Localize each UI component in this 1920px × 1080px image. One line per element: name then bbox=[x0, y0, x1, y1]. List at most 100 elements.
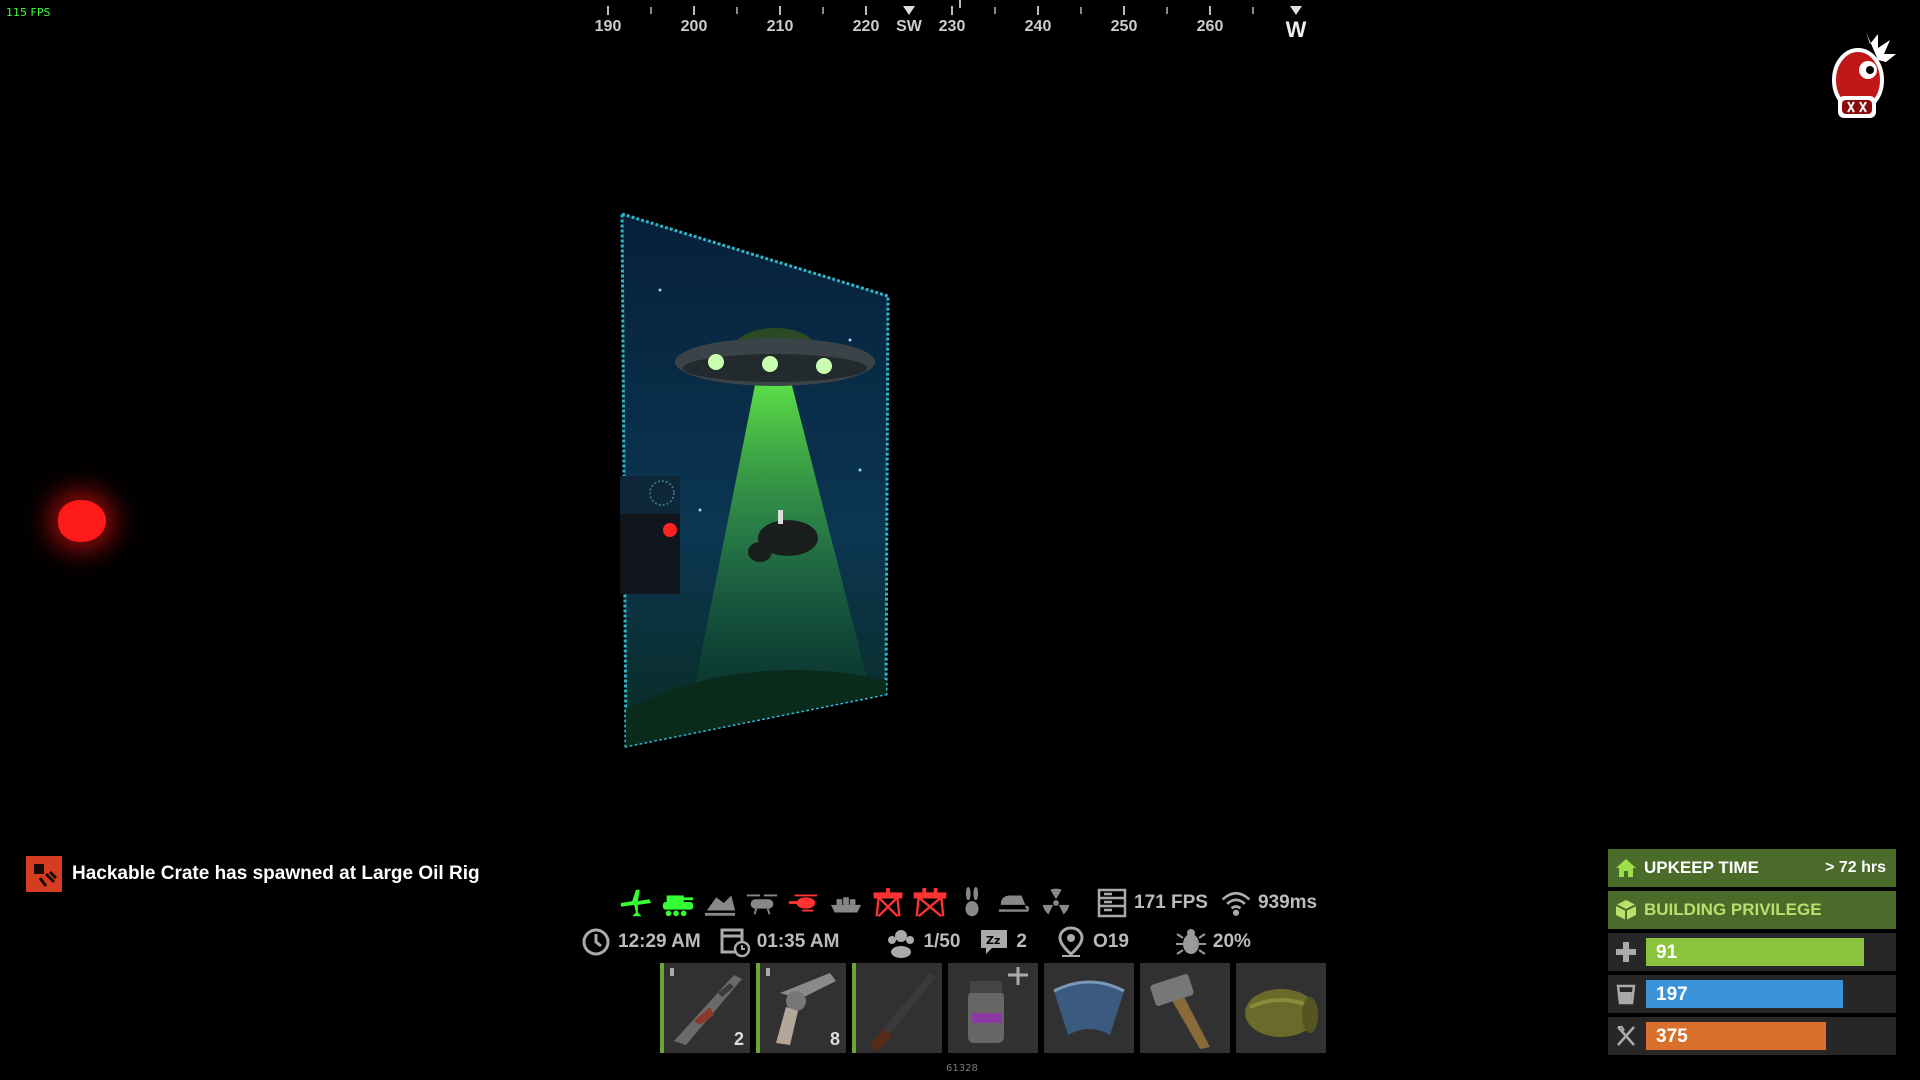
large-oil-rig-icon bbox=[912, 885, 948, 921]
server-ping: 939ms bbox=[1220, 887, 1317, 919]
compass-tick bbox=[1209, 6, 1211, 15]
client-fps-counter: 115 FPS bbox=[6, 6, 51, 19]
house-icon bbox=[1608, 849, 1644, 887]
compass-label: 240 bbox=[1024, 18, 1052, 35]
event-notification: Hackable Crate has spawned at Large Oil … bbox=[26, 856, 480, 892]
compass-bar: 190 200 210 220 SW 230 240 250 260 W bbox=[595, 0, 1340, 50]
health-plus-icon bbox=[1608, 933, 1644, 971]
compass-label: 220 bbox=[852, 18, 880, 35]
hotbar: 28 bbox=[660, 963, 1326, 1053]
real-time: 01:35 AM bbox=[719, 926, 839, 958]
compass-label: 190 bbox=[594, 18, 622, 35]
red-light-glow bbox=[58, 500, 106, 542]
ufo-painting bbox=[620, 211, 890, 748]
upkeep-label: UPKEEP TIME bbox=[1644, 858, 1759, 877]
compass-label: W bbox=[1285, 17, 1307, 42]
server-mascot-logo bbox=[1832, 32, 1896, 118]
hotbar-slot-5[interactable] bbox=[1044, 963, 1134, 1053]
hotbar-slot-2[interactable]: 8 bbox=[756, 963, 846, 1053]
compass-label: 260 bbox=[1196, 18, 1224, 35]
compass-label: SW bbox=[896, 18, 922, 35]
crate-event-icon bbox=[26, 856, 62, 892]
slot-count: 8 bbox=[829, 1029, 840, 1049]
building-privilege-icon bbox=[1608, 891, 1644, 929]
patrol-heli-icon bbox=[786, 885, 822, 921]
compass-minor-tick bbox=[1080, 7, 1082, 14]
sleeper-count-value: 2 bbox=[1016, 931, 1027, 952]
hotbar-slot-1[interactable]: 2 bbox=[660, 963, 750, 1053]
compass-label: 250 bbox=[1110, 18, 1138, 35]
server-fps: 171 FPS bbox=[1096, 887, 1208, 919]
compass-center-indicator bbox=[959, 0, 961, 8]
santa-sleigh-icon bbox=[996, 885, 1032, 921]
compass-minor-tick bbox=[1166, 7, 1168, 14]
server-ping-value: 939ms bbox=[1257, 892, 1318, 913]
upkeep-value: > 72 hrs bbox=[1825, 859, 1886, 876]
svg-text:Zz: Zz bbox=[986, 934, 1000, 947]
sleepers-icon: Zz bbox=[978, 926, 1010, 958]
server-events-bar: 171 FPS 939ms bbox=[618, 880, 1317, 926]
hotbar-slot-6[interactable] bbox=[1140, 963, 1230, 1053]
server-fps-value: 171 FPS bbox=[1134, 892, 1208, 913]
hydration-bar: 197 bbox=[1608, 975, 1896, 1013]
fork-knife-icon bbox=[1608, 1017, 1644, 1055]
health-value: 91 bbox=[1656, 942, 1678, 963]
cargo-ship-icon bbox=[828, 885, 864, 921]
smoke-grenade-icon bbox=[968, 967, 1028, 1043]
water-cup-icon bbox=[1608, 975, 1644, 1013]
water-value: 197 bbox=[1656, 984, 1688, 1005]
sleeper-count: Zz 2 bbox=[978, 926, 1027, 958]
roof-icon bbox=[1053, 980, 1125, 1035]
bug-icon bbox=[1175, 926, 1207, 958]
compass-label: 200 bbox=[680, 18, 708, 35]
compass-tick bbox=[607, 6, 609, 15]
hotbar-id-text: 61328 bbox=[946, 1063, 978, 1074]
chinook-icon bbox=[744, 885, 780, 921]
health-bar: 91 bbox=[1608, 933, 1896, 971]
compass-tick bbox=[693, 6, 695, 15]
radiation-icon bbox=[1038, 885, 1074, 921]
food-value: 375 bbox=[1656, 1026, 1688, 1047]
compass-label: 230 bbox=[938, 18, 966, 35]
small-oil-rig-icon bbox=[870, 885, 906, 921]
crashed-heli-icon bbox=[702, 885, 738, 921]
bradley-tank-icon bbox=[660, 885, 696, 921]
building-privilege-label: BUILDING PRIVILEGE bbox=[1644, 900, 1822, 919]
calendar-clock-icon bbox=[719, 926, 751, 958]
bug-stat: 20% bbox=[1175, 926, 1251, 958]
game-time: 12:29 AM bbox=[580, 926, 701, 958]
wifi-icon bbox=[1220, 887, 1252, 919]
health-fill bbox=[1646, 938, 1865, 966]
location-pin-icon bbox=[1055, 926, 1087, 958]
player-count-value: 1/50 bbox=[923, 931, 961, 952]
map-grid: O19 bbox=[1055, 926, 1129, 958]
server-list-icon bbox=[1096, 887, 1128, 919]
hotbar-slot-7[interactable] bbox=[1236, 963, 1326, 1053]
players-icon bbox=[885, 926, 917, 958]
compass-minor-tick bbox=[736, 7, 738, 14]
compass-tick bbox=[951, 6, 953, 15]
compass-tick bbox=[1123, 6, 1125, 15]
compass-minor-tick bbox=[650, 7, 652, 14]
slot-mod-indicator bbox=[766, 968, 770, 976]
slot-count: 2 bbox=[733, 1029, 744, 1049]
compass-label: 210 bbox=[766, 18, 794, 35]
map-grid-value: O19 bbox=[1093, 931, 1129, 952]
hammer-icon bbox=[1150, 974, 1210, 1049]
compass-tick bbox=[1037, 6, 1039, 15]
compass-minor-tick bbox=[994, 7, 996, 14]
clock-icon bbox=[580, 926, 612, 958]
compass-cardinal-marker bbox=[1290, 6, 1302, 15]
sleeping-bag-icon bbox=[1245, 989, 1318, 1037]
food-bar: 375 bbox=[1608, 1017, 1896, 1055]
hotbar-slot-4[interactable] bbox=[948, 963, 1038, 1053]
compass-tick bbox=[779, 6, 781, 15]
bunny-icon bbox=[954, 885, 990, 921]
notification-text: Hackable Crate has spawned at Large Oil … bbox=[72, 863, 480, 884]
shotgun-icon bbox=[870, 973, 936, 1051]
bug-stat-value: 20% bbox=[1212, 931, 1251, 952]
server-info-bar: 12:29 AM 01:35 AM 1/50 Zz 2 O19 20% bbox=[580, 922, 1251, 962]
hotbar-slot-3[interactable] bbox=[852, 963, 942, 1053]
building-privilege-row: BUILDING PRIVILEGE bbox=[1608, 891, 1896, 929]
status-panel: UPKEEP TIME > 72 hrs BUILDING PRIVILEGE … bbox=[1608, 849, 1896, 1059]
